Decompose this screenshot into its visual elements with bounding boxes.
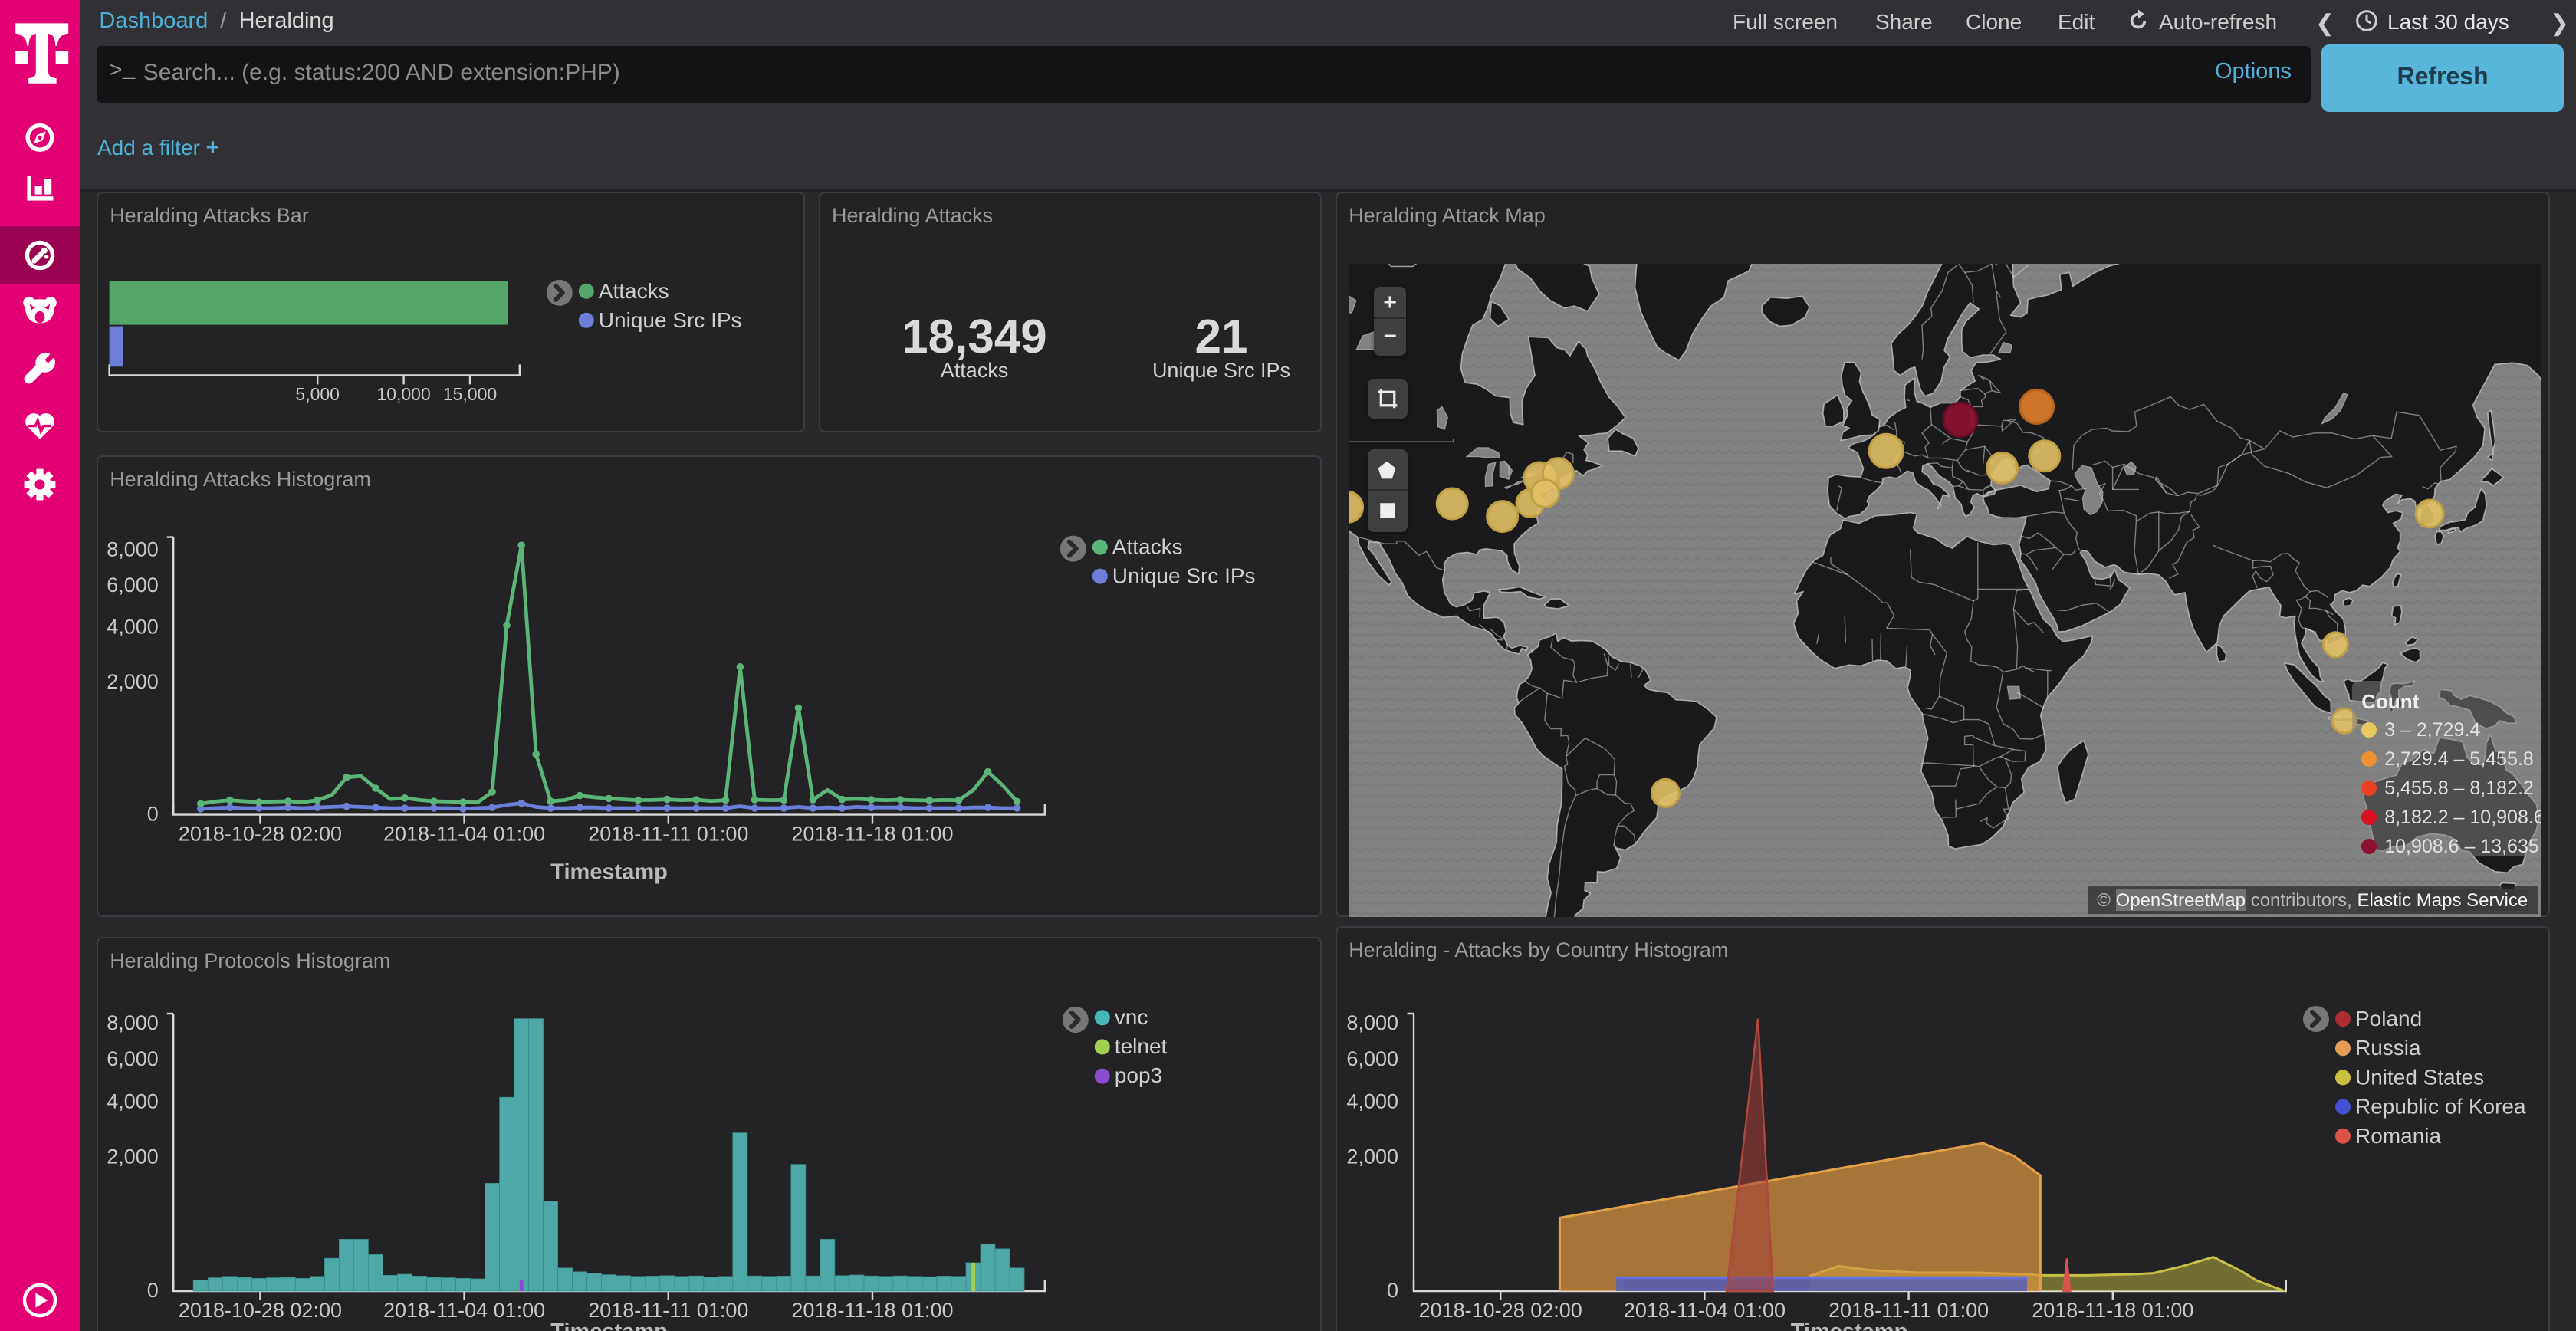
svg-text:0: 0 [146,1279,158,1302]
svg-text:Romania: Romania [2355,1124,2441,1148]
svg-text:telnet: telnet [1114,1034,1167,1058]
svg-text:0: 0 [146,802,158,825]
svg-text:15,000: 15,000 [442,383,496,403]
svg-text:2018-11-11 01:00: 2018-11-11 01:00 [587,1299,748,1322]
svg-text:4,000: 4,000 [106,615,158,638]
svg-text:Timestamp: Timestamp [550,859,667,884]
svg-text:2018-10-28 02:00: 2018-10-28 02:00 [178,1299,341,1322]
svg-text:0: 0 [1387,1279,1398,1302]
svg-text:2018-10-28 02:00: 2018-10-28 02:00 [1419,1299,1582,1322]
svg-text:2,000: 2,000 [106,669,158,692]
svg-text:2,000: 2,000 [1346,1145,1398,1168]
svg-text:2,000: 2,000 [106,1145,158,1168]
svg-text:2018-11-11 01:00: 2018-11-11 01:00 [587,822,748,845]
svg-text:2018-11-04 01:00: 2018-11-04 01:00 [1624,1299,1786,1322]
svg-text:Unique Src IPs: Unique Src IPs [598,307,741,331]
svg-text:Attacks: Attacks [1112,534,1182,558]
svg-text:8,000: 8,000 [106,1011,158,1034]
svg-text:5,000: 5,000 [295,383,340,403]
svg-text:8,000: 8,000 [106,537,158,560]
svg-text:2018-11-11 01:00: 2018-11-11 01:00 [1829,1299,1989,1322]
svg-text:Republic of Korea: Republic of Korea [2355,1095,2526,1119]
svg-text:Timestamp: Timestamp [550,1319,667,1331]
svg-text:8,000: 8,000 [1346,1011,1398,1034]
svg-text:Unique Src IPs: Unique Src IPs [1112,564,1255,587]
svg-text:6,000: 6,000 [1346,1047,1398,1070]
svg-text:2018-11-18 01:00: 2018-11-18 01:00 [791,822,953,845]
svg-text:2018-11-18 01:00: 2018-11-18 01:00 [2032,1299,2193,1322]
svg-text:Attacks: Attacks [598,278,669,302]
svg-text:2018-11-18 01:00: 2018-11-18 01:00 [791,1299,953,1322]
svg-text:4,000: 4,000 [106,1089,158,1112]
svg-text:Timestamp: Timestamp [1791,1319,1908,1331]
svg-text:6,000: 6,000 [106,573,158,596]
svg-text:4,000: 4,000 [1346,1089,1398,1112]
svg-text:2018-11-04 01:00: 2018-11-04 01:00 [383,1299,544,1322]
svg-text:United States: United States [2355,1065,2484,1089]
svg-text:Russia: Russia [2355,1036,2421,1060]
svg-text:Poland: Poland [2355,1007,2422,1030]
svg-text:vnc: vnc [1114,1005,1148,1029]
svg-text:6,000: 6,000 [106,1047,158,1070]
svg-text:2018-10-28 02:00: 2018-10-28 02:00 [178,822,341,845]
svg-text:2018-11-04 01:00: 2018-11-04 01:00 [383,822,544,845]
svg-text:pop3: pop3 [1114,1063,1162,1087]
svg-text:10,000: 10,000 [376,383,430,403]
